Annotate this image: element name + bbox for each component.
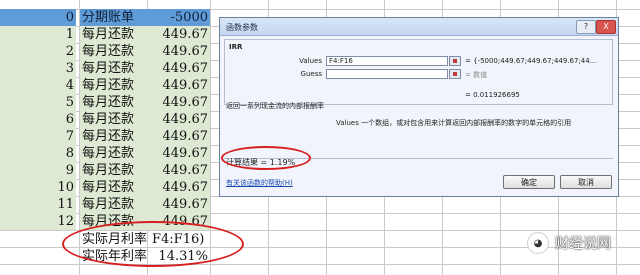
description-cell[interactable]: 每月还款	[80, 111, 148, 128]
guess-input[interactable]	[326, 69, 448, 79]
amount-cell[interactable]: 449.67	[148, 26, 210, 43]
description-cell[interactable]: 每月还款	[80, 162, 148, 179]
amount-cell[interactable]: 449.67	[148, 128, 210, 145]
amount-cell[interactable]: 449.67	[148, 60, 210, 77]
amount-cell[interactable]: 449.67	[148, 162, 210, 179]
index-cell[interactable]: 6	[0, 111, 76, 128]
values-result: = {-5000;449.67;449.67;449.67;44...	[465, 57, 597, 65]
cancel-button[interactable]: 取消	[560, 175, 612, 189]
description-cell[interactable]: 每月还款	[80, 179, 148, 196]
range-select-icon	[453, 72, 457, 76]
values-collapse-button[interactable]	[449, 56, 461, 66]
description-cell[interactable]: 分期账单	[80, 9, 148, 26]
function-arguments-dialog: 函数参数 ? X IRR Values F4:F16 = {-5000;449.…	[219, 17, 619, 197]
table-row[interactable]: 11 每月还款 449.67	[0, 196, 640, 213]
amount-cell[interactable]: 449.67	[148, 94, 210, 111]
amount-cell[interactable]: 449.67	[148, 77, 210, 94]
guess-label: Guess	[300, 70, 322, 78]
values-input[interactable]: F4:F16	[326, 56, 448, 66]
amount-cell[interactable]: 449.67	[148, 43, 210, 60]
guess-result: = 数值	[465, 71, 488, 79]
function-group: IRR Values F4:F16 = {-5000;449.67;449.67…	[224, 39, 613, 105]
help-button[interactable]: ?	[576, 20, 596, 34]
dialog-titlebar[interactable]: 函数参数 ? X	[220, 18, 618, 36]
amount-cell[interactable]: 449.67	[148, 111, 210, 128]
index-cell[interactable]: 11	[0, 196, 76, 213]
description-cell[interactable]: 每月还款	[80, 145, 148, 162]
description-cell[interactable]: 每月还款	[80, 94, 148, 111]
range-select-icon	[453, 59, 457, 63]
index-cell[interactable]: 2	[0, 43, 76, 60]
amount-cell[interactable]: 449.67	[148, 145, 210, 162]
amount-cell[interactable]: -5000	[148, 9, 210, 26]
parameter-help: Values 一个数组，或对包含用来计算返回内部报酬率的数字的单元格的引用	[336, 119, 572, 127]
guess-collapse-button[interactable]	[449, 69, 461, 79]
function-description: 返回一系列现金流的内部报酬率	[226, 102, 324, 110]
dialog-title: 函数参数	[226, 23, 258, 32]
function-help-link[interactable]: 有关该函数的帮助(H)	[226, 178, 293, 188]
function-name: IRR	[229, 43, 243, 51]
watermark-text: 财经说网	[555, 236, 611, 252]
amount-cell[interactable]: 449.67	[148, 179, 210, 196]
index-cell[interactable]: 9	[0, 162, 76, 179]
description-cell[interactable]: 每月还款	[80, 60, 148, 77]
close-button[interactable]: X	[596, 20, 616, 34]
total-result: = 0.011926695	[465, 91, 520, 99]
values-label: Values	[299, 57, 322, 65]
description-cell[interactable]: 每月还款	[80, 128, 148, 145]
index-cell[interactable]: 0	[0, 9, 76, 26]
index-cell[interactable]: 5	[0, 94, 76, 111]
watermark: ◕ 财经说网	[527, 231, 611, 255]
index-cell[interactable]: 1	[0, 26, 76, 43]
description-cell[interactable]: 每月还款	[80, 43, 148, 60]
index-cell[interactable]: 8	[0, 145, 76, 162]
annotation-ellipse	[62, 221, 244, 267]
index-cell[interactable]: 12	[0, 213, 76, 230]
index-cell[interactable]: 10	[0, 179, 76, 196]
index-cell[interactable]: 7	[0, 128, 76, 145]
index-cell[interactable]: 4	[0, 77, 76, 94]
description-cell[interactable]: 每月还款	[80, 77, 148, 94]
result-annotation-ellipse	[221, 146, 311, 170]
ok-button[interactable]: 确定	[503, 175, 555, 189]
index-cell[interactable]: 3	[0, 60, 76, 77]
wechat-icon: ◕	[527, 232, 549, 254]
description-cell[interactable]: 每月还款	[80, 196, 148, 213]
description-cell[interactable]: 每月还款	[80, 26, 148, 43]
amount-cell[interactable]: 449.67	[148, 196, 210, 213]
